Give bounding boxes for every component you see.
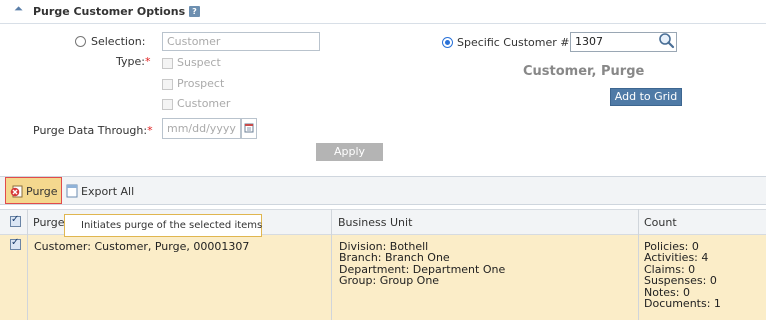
checkbox-suspect[interactable] — [162, 58, 173, 69]
type-label: Type:* — [116, 55, 150, 68]
tooltip: Initiates purge of the selected items — [64, 214, 262, 237]
customer-name: Customer, Purge — [523, 64, 645, 79]
type-label-text: Type: — [116, 55, 145, 68]
specific-customer-radio[interactable] — [442, 37, 453, 48]
checkbox-customer[interactable] — [162, 99, 173, 110]
date-input[interactable]: mm/dd/yyyy — [162, 118, 241, 139]
column-header-business-unit[interactable]: Business Unit — [338, 216, 412, 229]
export-all-button[interactable]: Export All — [66, 182, 136, 200]
cell-business-unit: Division: Bothell Branch: Branch One Dep… — [339, 241, 505, 287]
export-icon — [66, 183, 79, 198]
column-divider — [638, 235, 639, 320]
checkbox-prospect[interactable] — [162, 79, 173, 90]
purge-data-through-label: Purge Data Through:* — [33, 124, 153, 137]
select-all-checkbox[interactable] — [10, 214, 21, 227]
apply-button[interactable]: Apply — [316, 143, 383, 161]
divider — [0, 23, 766, 24]
cell-count: Policies: 0 Activities: 4 Claims: 0 Susp… — [644, 241, 721, 311]
column-divider — [27, 235, 28, 320]
cell-purge: Customer: Customer, Purge, 00001307 — [34, 240, 250, 253]
checkbox-customer-label: Customer — [177, 97, 231, 110]
purge-button[interactable]: Purge — [5, 177, 62, 204]
search-icon[interactable] — [658, 32, 676, 50]
section-title: Purge Customer Options — [33, 5, 186, 18]
required-mark: * — [147, 124, 153, 137]
export-all-label: Export All — [81, 185, 135, 198]
specific-customer-label: Specific Customer #: — [457, 36, 574, 49]
selection-radio[interactable] — [75, 36, 86, 47]
specific-customer-value: 1307 — [575, 35, 603, 48]
help-icon[interactable]: ? — [189, 6, 200, 17]
checkbox-suspect-label: Suspect — [177, 56, 221, 69]
column-divider — [331, 235, 332, 320]
selection-label: Selection: — [91, 35, 146, 48]
column-header-purge[interactable]: Purge — [33, 216, 65, 229]
add-to-grid-button[interactable]: Add to Grid — [610, 88, 682, 106]
count-line: Documents: 1 — [644, 297, 721, 311]
column-header-count[interactable]: Count — [644, 216, 677, 229]
date-placeholder: mm/dd/yyyy — [167, 122, 236, 135]
purge-icon — [10, 184, 24, 198]
collapse-icon[interactable]: ⏶ — [14, 2, 23, 16]
count-line: Suspenses: 0 — [644, 274, 717, 288]
required-mark: * — [144, 55, 151, 68]
purge-data-through-text: Purge Data Through: — [33, 124, 148, 137]
row-checkbox[interactable] — [10, 237, 21, 250]
checkbox-prospect-label: Prospect — [177, 77, 225, 90]
business-unit-line: Group: Group One — [339, 274, 440, 288]
calendar-icon[interactable] — [241, 118, 257, 139]
purge-label: Purge — [26, 185, 58, 198]
selection-input[interactable]: Customer — [162, 32, 320, 51]
selection-placeholder: Customer — [167, 35, 221, 48]
